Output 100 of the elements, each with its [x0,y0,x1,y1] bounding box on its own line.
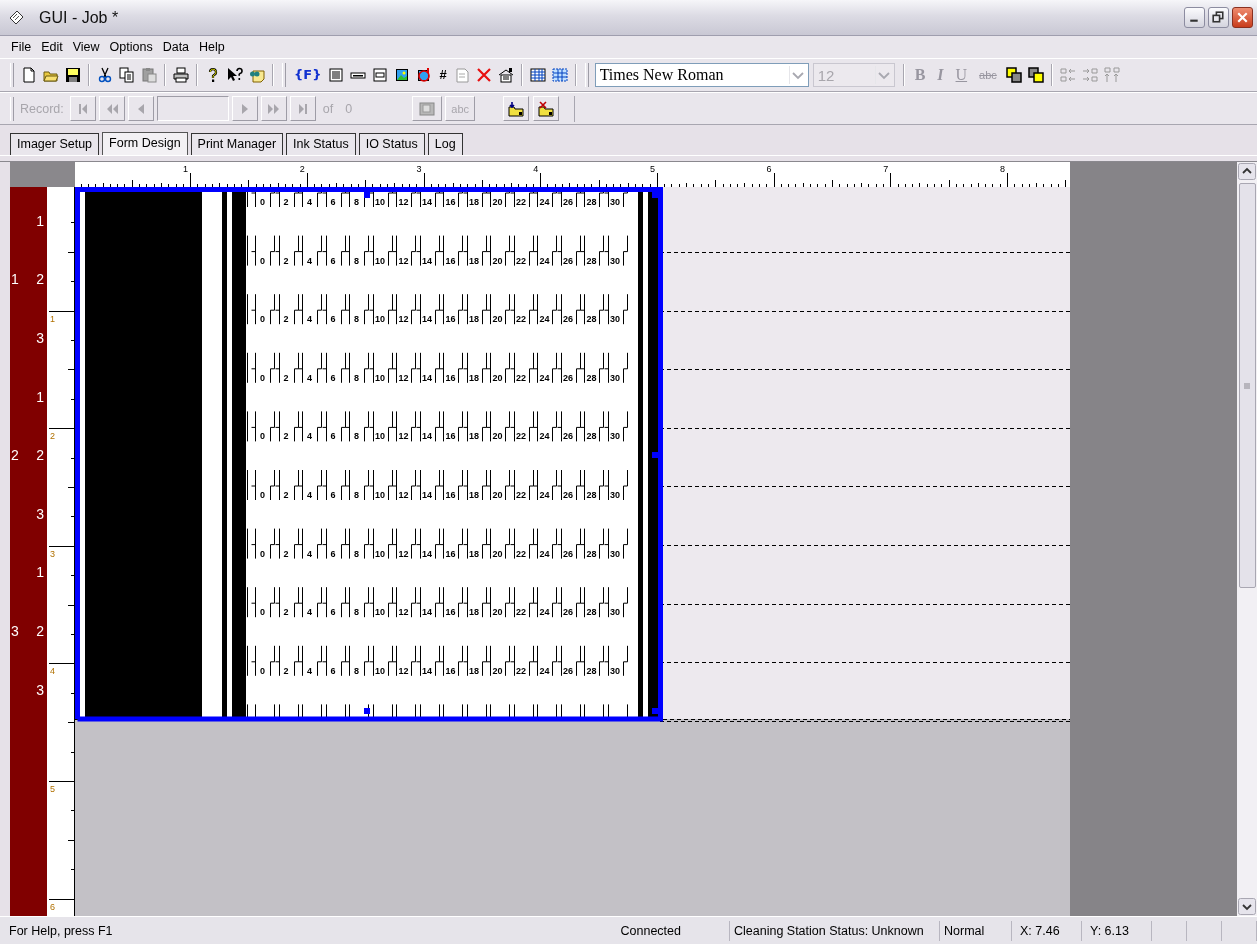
tab[interactable]: Print Manager [190,132,284,155]
scale-label: 4 [307,373,312,384]
scale-label: 28 [586,490,597,501]
scale-label: 2 [283,373,289,384]
scale-label: 18 [469,431,479,442]
font-dropdown[interactable]: Times New Roman [594,63,809,88]
pointer-question-icon[interactable] [227,67,243,84]
first-record-button[interactable] [69,96,96,122]
scissors-icon[interactable] [97,67,113,84]
scale-label: 22 [516,197,526,208]
scale-label: 12 [398,549,409,560]
scale-label: 14 [422,197,432,208]
status-pane: Connected [615,920,730,941]
new-document-icon[interactable] [21,67,37,84]
image-button[interactable] [412,96,443,122]
vertical-scrollbar[interactable] [1237,162,1257,917]
of-label: of [322,101,334,116]
clipboard-icon[interactable] [141,67,157,84]
scale-label: 26 [563,314,573,325]
lane-row-label: 2 [36,271,44,288]
previous-record-button[interactable] [127,96,154,122]
lane-row-label: 1 [36,388,44,405]
selection-handle[interactable] [364,708,370,715]
scale-label: 24 [539,314,550,325]
remove-button[interactable] [533,96,560,122]
scale-label: 2 [283,197,289,208]
scale-label: 6 [330,256,336,267]
menu-item[interactable]: Options [104,40,158,55]
layers-icon[interactable] [1005,67,1022,84]
ruler-label: 1 [183,164,189,175]
ruler-label: 6 [766,164,772,175]
import-button[interactable] [503,96,530,122]
selection-handle[interactable] [364,192,370,199]
scale-label: 24 [539,431,550,442]
scale-label: 26 [563,607,573,618]
scale-label: 4 [307,549,312,560]
scale-label: 20 [492,490,503,501]
scale-label: 10 [375,373,385,384]
scale-label: 22 [516,490,526,501]
minimize-button[interactable] [1184,7,1205,29]
copy-icon[interactable] [119,67,135,84]
picture-mark-icon[interactable] [416,67,433,84]
scroll-up-button[interactable] [1238,163,1256,181]
scale-label: 20 [492,549,503,560]
tab[interactable]: Log [427,132,463,155]
tab[interactable]: Imager Setup [10,132,100,155]
table-frame-icon[interactable] [551,67,568,84]
menu-item[interactable]: File [6,40,37,55]
delete-icon[interactable] [475,67,492,84]
scale-label: 12 [398,666,409,677]
scale-label: 18 [469,490,479,501]
scale-label: 6 [330,607,336,618]
table-icon[interactable] [529,67,546,84]
close-button[interactable] [1232,7,1253,29]
lane-row-label: 1 [36,564,44,581]
previous-page-button[interactable] [98,96,125,122]
next-page-button[interactable] [260,96,287,122]
lane-row-label: 2 [36,447,44,464]
scroll-thumb[interactable] [1238,183,1256,589]
scale-label: 0 [260,549,265,560]
scale-label: 24 [539,256,550,267]
tab[interactable]: Form Design [102,131,188,155]
menu-item[interactable]: Help [194,40,230,55]
scale-label: 10 [375,549,385,560]
scale-label: 0 [260,373,265,384]
scale-label: 20 [492,256,503,267]
scale-label: 26 [563,373,573,384]
field-icon[interactable] [372,67,389,84]
selection-handle[interactable] [652,452,658,459]
menu-item[interactable]: Edit [36,40,68,55]
scale-label: 20 [492,373,503,384]
scale-label: 8 [354,607,359,618]
printer-icon[interactable] [173,67,189,84]
scale-label: 0 [260,666,265,677]
status-pane: Normal [940,920,1012,941]
scale-label: 12 [398,197,409,208]
scale-label: 14 [422,607,432,618]
last-record-button[interactable] [289,96,316,122]
scale-label: 8 [354,666,359,677]
scale-label: 8 [354,197,359,208]
tab[interactable]: IO Status [358,132,425,155]
field-button[interactable]: {F} [294,67,322,84]
scale-label: 4 [307,256,312,267]
scale-label: 30 [610,607,620,618]
scale-label: 28 [586,666,597,677]
scroll-down-button[interactable] [1238,898,1256,916]
ruler-label: 5 [50,784,55,795]
menu-item[interactable]: View [67,40,105,55]
menu-item[interactable]: Data [157,40,195,55]
scale-label: 26 [563,197,573,208]
next-record-button[interactable] [231,96,258,122]
selection-handle[interactable] [652,708,658,715]
tab[interactable]: Ink Status [286,132,356,155]
note-binoculars-icon[interactable] [249,67,265,84]
restore-button[interactable] [1208,7,1229,29]
status-pane: X: 7.46 [1012,920,1082,941]
scale-label: 20 [492,431,503,442]
number-button[interactable]: # [439,67,447,84]
layers-icon[interactable] [1027,67,1044,84]
scale-label: 0 [260,256,265,267]
